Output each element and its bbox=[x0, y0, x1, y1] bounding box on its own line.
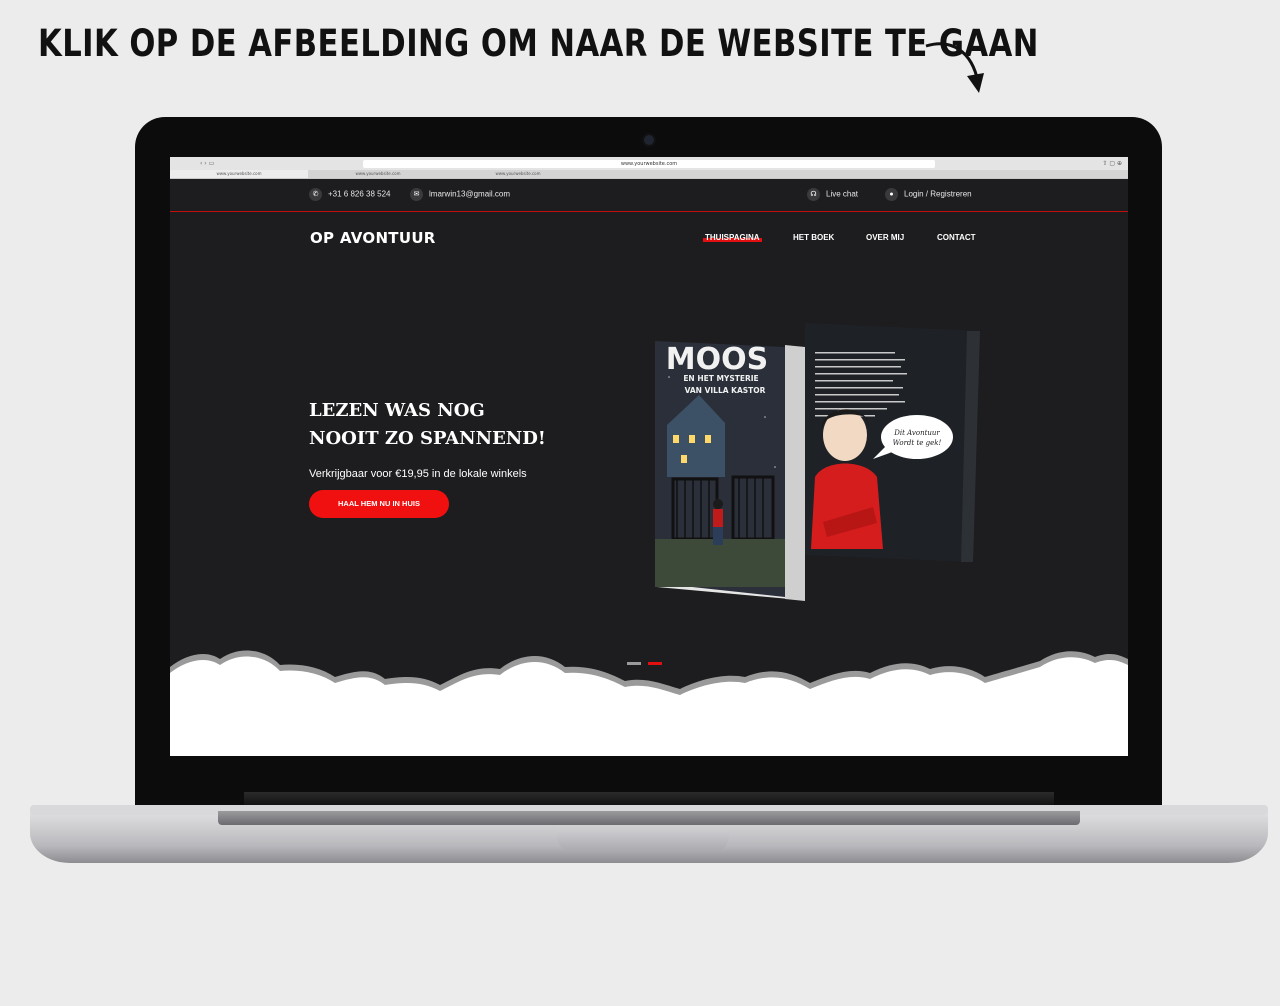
book-cover-image[interactable]: Dit Avontuur Wordt te gek! MOOS EN HET M… bbox=[655, 317, 985, 602]
browser-tab[interactable]: www.yourwebsite.com bbox=[170, 170, 308, 178]
browser-tab[interactable]: www.yourwebsite.com bbox=[308, 170, 448, 178]
hero-subtitle: Verkrijgbaar voor €19,95 in de lokale wi… bbox=[309, 468, 527, 480]
phone-number: +31 6 826 38 524 bbox=[328, 189, 391, 199]
laptop-keyboard-edge bbox=[218, 811, 1080, 825]
hero-title-line: LEZEN WAS NOG bbox=[309, 400, 485, 421]
book-subtitle-line: EN HET MYSTERIE bbox=[683, 374, 758, 383]
user-icon: ● bbox=[885, 188, 898, 201]
buy-now-button[interactable]: HAAL HEM NU IN HUIS bbox=[309, 490, 449, 518]
curved-arrow-icon bbox=[925, 42, 984, 93]
website-screen[interactable]: ‹ › ▭ www.yourwebsite.com ⇧ ▢ ⊕ www.your… bbox=[170, 157, 1128, 756]
nav-item-het-boek[interactable]: HET BOEK bbox=[793, 233, 834, 242]
live-chat-label: Live chat bbox=[826, 189, 859, 199]
speech-bubble-line: Dit Avontuur bbox=[893, 429, 940, 437]
laptop-hinge bbox=[244, 792, 1054, 806]
phone-contact[interactable]: ✆ +31 6 826 38 524 bbox=[309, 188, 391, 201]
login-link[interactable]: ● Login / Registreren bbox=[885, 188, 972, 201]
email-contact[interactable]: ✉ lmarwin13@gmail.com bbox=[410, 188, 510, 201]
browser-tab[interactable]: www.yourwebsite.com bbox=[448, 170, 588, 178]
email-address: lmarwin13@gmail.com bbox=[429, 189, 511, 199]
nav-item-contact[interactable]: CONTACT bbox=[937, 233, 976, 242]
webcam bbox=[644, 135, 654, 145]
browser-chrome: ‹ › ▭ www.yourwebsite.com ⇧ ▢ ⊕ www.your… bbox=[170, 157, 1128, 179]
nav-item-thuispagina[interactable]: THUISPAGINA bbox=[703, 233, 762, 242]
banner-headline: KLIK OP DE AFBEELDING OM NAAR DE WEBSITE… bbox=[38, 22, 1039, 65]
laptop-opening-notch bbox=[557, 828, 729, 852]
site-logo[interactable]: OP AVONTUUR bbox=[310, 229, 436, 247]
live-chat-link[interactable]: ☊ Live chat bbox=[807, 188, 858, 201]
page-footer-strip bbox=[170, 745, 1128, 756]
address-bar[interactable]: www.yourwebsite.com bbox=[363, 160, 935, 168]
cloud-divider bbox=[170, 650, 1128, 756]
book-subtitle-line: VAN VILLA KASTOR bbox=[685, 386, 766, 395]
browser-nav-arrows[interactable]: ‹ › ▭ bbox=[200, 160, 214, 167]
browser-toolbar-icons[interactable]: ⇧ ▢ ⊕ bbox=[1102, 160, 1122, 167]
phone-icon: ✆ bbox=[309, 188, 322, 201]
contact-topbar: ✆ +31 6 826 38 524 ✉ lmarwin13@gmail.com ☊… bbox=[170, 179, 1128, 212]
hero-title: LEZEN WAS NOG NOOIT ZO SPANNEND! bbox=[309, 397, 609, 453]
nav-item-over-mij[interactable]: OVER MIJ bbox=[866, 233, 904, 242]
book-title: MOOS bbox=[666, 342, 768, 377]
browser-tab-strip: www.yourwebsite.com www.yourwebsite.com … bbox=[170, 170, 1128, 178]
login-label: Login / Registreren bbox=[904, 189, 972, 199]
mail-icon: ✉ bbox=[410, 188, 423, 201]
hero-title-line: NOOIT ZO SPANNEND! bbox=[309, 428, 546, 449]
headset-icon: ☊ bbox=[807, 188, 820, 201]
speech-bubble-line: Wordt te gek! bbox=[893, 439, 942, 447]
